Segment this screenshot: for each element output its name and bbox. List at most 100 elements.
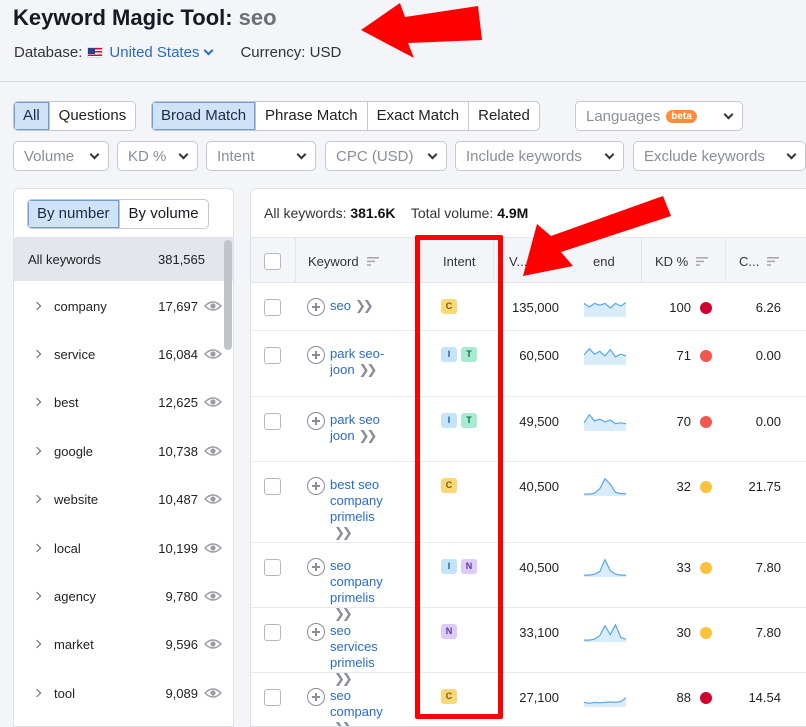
keyword-cell: park seo-joon ❯❯: [307, 346, 394, 378]
cpc-filter-label: CPC (USD): [336, 147, 414, 165]
cpc-value: 14.54: [748, 690, 781, 705]
kd-value: 32: [676, 479, 691, 494]
add-to-list-icon[interactable]: [307, 477, 325, 495]
kd-difficulty-dot: [700, 350, 712, 362]
chevron-right-icon: [32, 301, 42, 311]
tab-exact-match[interactable]: Exact Match: [368, 102, 470, 130]
volume-filter-label: Volume: [24, 147, 75, 165]
table-row: seo company❯❯C27,1008814.54: [251, 673, 806, 726]
column-cpc[interactable]: C...: [739, 238, 780, 284]
add-to-list-icon[interactable]: [307, 412, 325, 430]
include-keywords-filter[interactable]: Include keywords: [455, 141, 624, 171]
exclude-keywords-filter[interactable]: Exclude keywords: [633, 141, 806, 171]
sidebar-group-company[interactable]: company 17,697: [14, 282, 226, 330]
sidebar-group-website[interactable]: website 10,487: [14, 475, 226, 523]
group-name: best: [54, 394, 79, 410]
keyword-link[interactable]: park seo-joon ❯❯: [330, 346, 394, 378]
include-keywords-label: Include keywords: [466, 147, 582, 165]
row-checkbox[interactable]: [264, 299, 281, 316]
row-checkbox[interactable]: [264, 413, 281, 430]
languages-dropdown[interactable]: Languages beta: [575, 101, 743, 131]
double-chevron-icon[interactable]: ❯❯: [334, 525, 353, 541]
group-name: google: [54, 443, 94, 459]
chevron-down-icon: [604, 149, 615, 159]
sidebar-group-market[interactable]: market 9,596: [14, 620, 226, 668]
add-to-list-icon[interactable]: [307, 298, 325, 316]
add-to-list-icon[interactable]: [307, 346, 325, 364]
keyword-text: seo: [330, 298, 351, 313]
intent-filter[interactable]: Intent: [206, 141, 316, 171]
row-checkbox[interactable]: [264, 478, 281, 495]
sidebar-group-best[interactable]: best 12,625: [14, 378, 226, 426]
tab-all[interactable]: All: [14, 102, 50, 130]
database-line: Database: United States Currency: USD: [14, 44, 341, 61]
by-number-button[interactable]: By number: [28, 200, 120, 228]
database-selector[interactable]: United States: [109, 44, 214, 61]
cpc-filter[interactable]: CPC (USD): [325, 141, 447, 171]
eye-icon[interactable]: [204, 396, 222, 408]
eye-icon[interactable]: [204, 493, 222, 505]
keyword-link[interactable]: park seo joon ❯❯: [330, 412, 394, 444]
eye-icon[interactable]: [204, 687, 222, 699]
row-checkbox[interactable]: [264, 689, 281, 706]
double-chevron-icon[interactable]: ❯❯: [355, 298, 374, 314]
tab-related[interactable]: Related: [469, 102, 539, 130]
cpc-value: 21.75: [748, 479, 781, 494]
intent-highlight-box: [415, 235, 503, 719]
table-row: seo ❯❯ C 135,000 100 6.26: [251, 283, 806, 331]
group-count: 9,596: [165, 636, 198, 652]
tab-broad-match[interactable]: Broad Match: [152, 102, 257, 130]
all-keywords-group[interactable]: All keywords 381,565: [14, 237, 233, 281]
kd-difficulty-dot: [700, 416, 712, 428]
keyword-text: seo services primelis: [330, 623, 378, 670]
tab-questions[interactable]: Questions: [50, 102, 136, 130]
select-all-checkbox[interactable]: [264, 253, 281, 270]
eye-icon[interactable]: [204, 590, 222, 602]
column-keyword[interactable]: Keyword: [308, 238, 379, 284]
sidebar-scrollbar[interactable]: [224, 240, 232, 350]
tab-phrase-match[interactable]: Phrase Match: [256, 102, 368, 130]
eye-icon[interactable]: [204, 638, 222, 650]
cpc-value: 7.80: [755, 560, 781, 575]
chevron-down-icon: [296, 149, 307, 159]
row-checkbox[interactable]: [264, 624, 281, 641]
keyword-link[interactable]: seo ❯❯: [330, 298, 394, 316]
volume-filter[interactable]: Volume: [13, 141, 109, 171]
sidebar-group-google[interactable]: google 10,738: [14, 427, 226, 475]
column-cpc-label: C...: [739, 253, 760, 269]
table-row: best seo company primelis❯❯ C 40,500 32 21.7…: [251, 462, 806, 543]
keyword-link[interactable]: seo company❯❯: [330, 688, 394, 726]
kd-filter[interactable]: KD %: [117, 141, 198, 171]
add-to-list-icon[interactable]: [307, 688, 325, 706]
eye-icon[interactable]: [204, 445, 222, 457]
kd-value: 88: [676, 690, 691, 705]
trend-sparkline: [584, 558, 626, 577]
database-label: Database:: [14, 44, 83, 61]
sidebar-group-service[interactable]: service 16,084: [14, 330, 226, 378]
sidebar-group-local[interactable]: local 10,199: [14, 524, 226, 572]
double-chevron-icon[interactable]: ❯❯: [359, 362, 378, 378]
add-to-list-icon[interactable]: [307, 558, 325, 576]
eye-icon[interactable]: [204, 542, 222, 554]
column-keyword-label: Keyword: [308, 253, 359, 269]
row-checkbox[interactable]: [264, 559, 281, 576]
eye-icon[interactable]: [204, 348, 222, 360]
page-header: Keyword Magic Tool: seo Database: United …: [0, 0, 806, 82]
double-chevron-icon[interactable]: ❯❯: [334, 720, 353, 726]
sidebar-group-agency[interactable]: agency 9,780: [14, 572, 226, 620]
trend-sparkline: [584, 347, 626, 365]
keyword-text: park seo-joon: [330, 346, 385, 377]
eye-icon[interactable]: [204, 300, 222, 312]
chevron-down-icon: [427, 149, 438, 159]
keyword-text: seo company primelis: [330, 558, 383, 605]
keyword-link[interactable]: best seo company primelis❯❯: [330, 477, 394, 541]
add-to-list-icon[interactable]: [307, 623, 325, 641]
languages-label: Languages: [586, 107, 661, 125]
table-row: park seo-joon ❯❯ I T 60,500 71 0.00: [251, 331, 806, 397]
chevron-right-icon: [32, 397, 42, 407]
group-name: company: [54, 298, 107, 314]
sidebar-group-tool[interactable]: tool 9,089: [14, 669, 226, 717]
by-volume-button[interactable]: By volume: [120, 200, 208, 228]
row-checkbox[interactable]: [264, 347, 281, 364]
double-chevron-icon[interactable]: ❯❯: [359, 428, 378, 444]
